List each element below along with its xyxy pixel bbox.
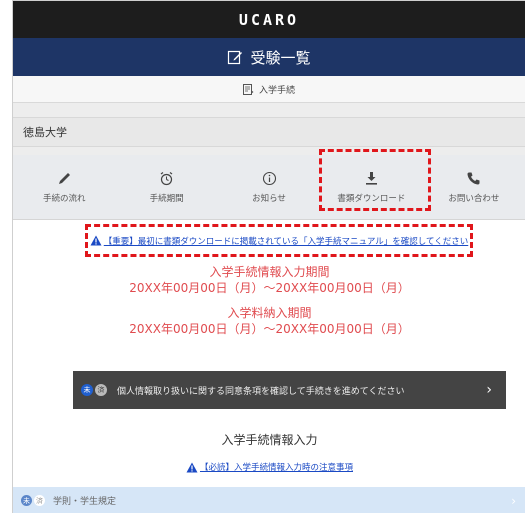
phone-icon	[467, 172, 480, 184]
app-logo[interactable]: UCARO	[239, 11, 299, 29]
warning-icon	[90, 235, 102, 246]
download-icon	[365, 171, 377, 185]
university-name: 徳島大学	[13, 117, 525, 147]
status-badge-pending: 未	[21, 495, 32, 506]
app-frame: UCARO 受験一覧 入学手続 徳島大学 手続の流れ 手続期間 お知らせ 書類ダ…	[12, 0, 525, 513]
chevron-right-icon: ›	[511, 493, 516, 508]
status-badge-done: 済	[95, 384, 107, 396]
menu-item-label: お知らせ	[252, 193, 286, 204]
menu-item-news[interactable]: お知らせ	[218, 155, 320, 219]
menu-item-contact[interactable]: お問い合わせ	[423, 155, 525, 219]
section-title: 入学手続情報入力	[221, 433, 318, 447]
menu-item-period[interactable]: 手続期間	[115, 155, 217, 219]
required-notice-link[interactable]: 【必読】入学手続情報入力時の注意事項	[13, 461, 525, 473]
info-icon	[262, 171, 276, 185]
menu-item-flow[interactable]: 手続の流れ	[13, 155, 115, 219]
menu-item-label: お問い合わせ	[448, 193, 500, 204]
menu-item-label: 書類ダウンロード	[337, 193, 406, 204]
consent-text: 個人情報取り扱いに関する同意条項を確認して手続きを進めてください	[117, 386, 405, 397]
rules-row[interactable]: 未 済 学則・学生規定 ›	[13, 487, 525, 513]
menu-item-label: 手続期間	[149, 193, 184, 204]
status-badge-pending: 未	[81, 384, 93, 396]
rules-text: 学則・学生規定	[53, 497, 117, 507]
required-notice-text: 【必読】入学手続情報入力時の注意事項	[199, 463, 353, 473]
consent-row[interactable]: 未 済 個人情報取り扱いに関する同意条項を確認して手続きを進めてください ›	[73, 371, 506, 409]
important-notice-link[interactable]: 【重要】最初に書類ダウンロードに掲載されている「入学手続マニュアル」を確認してく…	[90, 235, 469, 247]
period-title: 入学手続情報入力期間	[209, 265, 330, 279]
menu-item-label: 手続の流れ	[42, 193, 86, 204]
alarm-clock-icon	[160, 171, 173, 185]
status-badge-done: 済	[34, 495, 45, 506]
breadcrumb: 入学手続	[13, 76, 525, 103]
important-notice-box: 【重要】最初に書類ダウンロードに掲載されている「入学手続マニュアル」を確認してく…	[85, 224, 473, 257]
warning-icon	[186, 462, 198, 472]
period-title: 入学料納入期間	[227, 306, 312, 320]
menu-item-download[interactable]: 書類ダウンロード	[320, 155, 422, 219]
pencil-icon	[58, 172, 70, 184]
period-range: 20XX年00月00日（月）～20XX年00月00日（月）	[129, 281, 410, 295]
chevron-right-icon: ›	[486, 382, 492, 398]
period-range: 20XX年00月00日（月）～20XX年00月00日（月）	[129, 322, 410, 336]
top-bar: UCARO	[13, 1, 525, 38]
breadcrumb-label[interactable]: 入学手続	[259, 83, 295, 96]
spacer	[13, 147, 525, 155]
spacer	[13, 103, 525, 117]
document-icon	[242, 83, 254, 95]
page-title: 受験一覧	[250, 48, 311, 67]
page-header: 受験一覧	[13, 38, 525, 76]
procedure-menu: 手続の流れ 手続期間 お知らせ 書類ダウンロード お問い合わせ	[13, 155, 525, 220]
important-notice-text: 【重要】最初に書類ダウンロードに掲載されている「入学手続マニュアル」を確認してく…	[103, 236, 469, 247]
edit-document-icon	[228, 50, 243, 65]
